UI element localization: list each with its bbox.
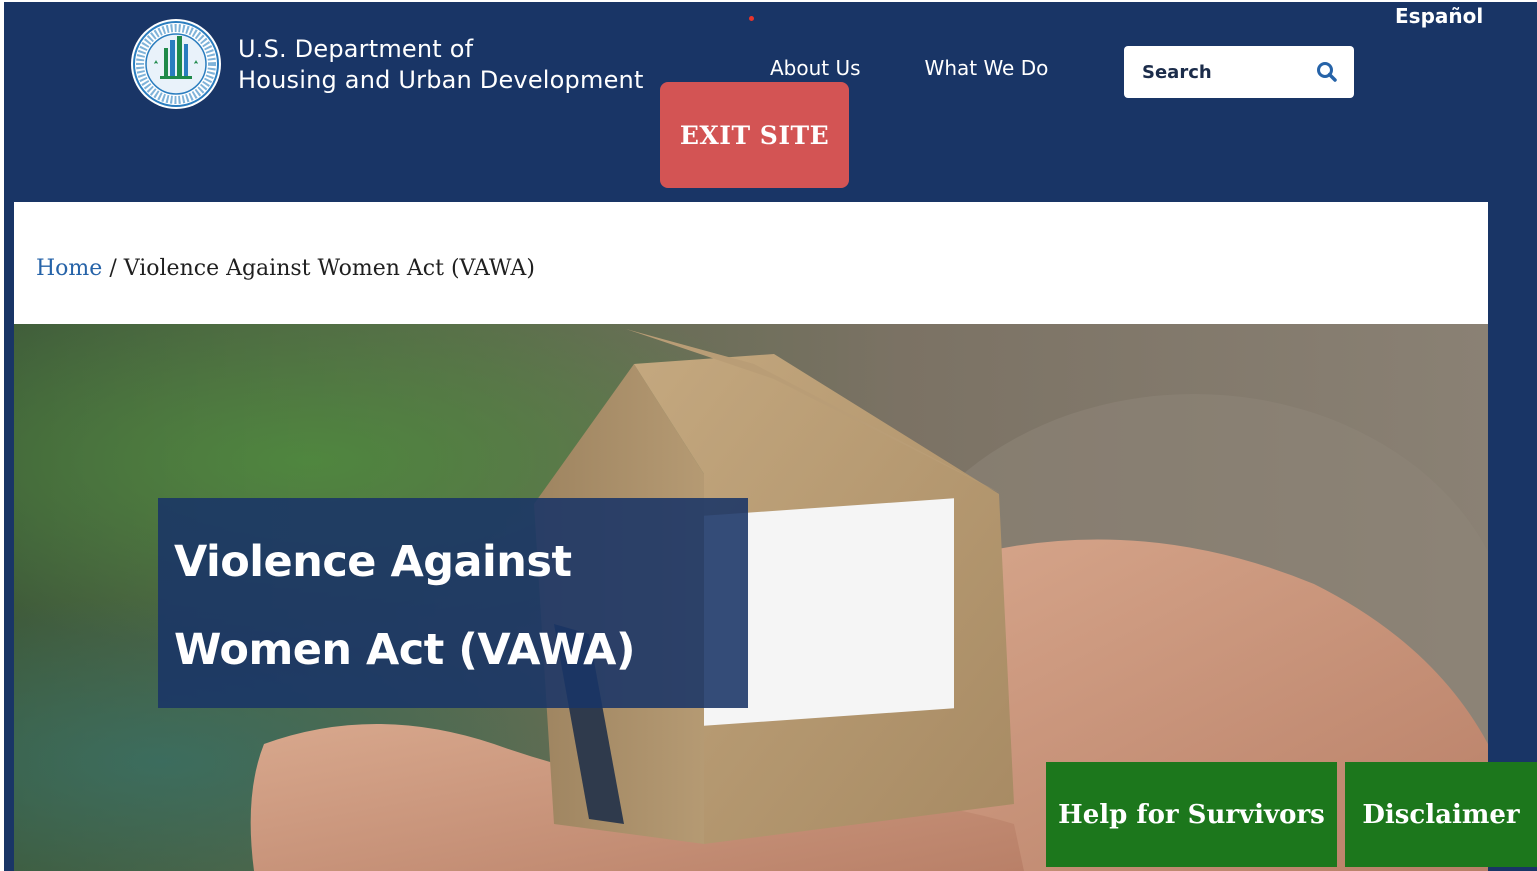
agency-name-line-1: U.S. Department of	[238, 35, 474, 63]
agency-name[interactable]: U.S. Department of Housing and Urban Dev…	[238, 34, 644, 96]
search-icon	[1317, 62, 1337, 82]
red-dot	[749, 16, 754, 21]
disclaimer-button[interactable]: Disclaimer	[1345, 762, 1537, 867]
help-for-survivors-button[interactable]: Help for Survivors	[1046, 762, 1337, 867]
search-input[interactable]	[1124, 46, 1299, 98]
exit-site-button[interactable]: EXIT SITE	[660, 82, 849, 188]
breadcrumb-bar: Home / Violence Against Women Act (VAWA)	[14, 202, 1488, 324]
nav-item-about-us[interactable]: About Us	[770, 56, 861, 80]
hero-title-box: Violence Against Women Act (VAWA)	[158, 498, 748, 708]
search-button[interactable]	[1314, 59, 1340, 85]
nav-item-what-we-do[interactable]: What We Do	[925, 56, 1049, 80]
agency-name-line-2: Housing and Urban Development	[238, 66, 644, 94]
hud-seal-logo-icon[interactable]	[130, 18, 222, 110]
page-title: Violence Against Women Act (VAWA)	[174, 537, 636, 675]
language-link-espanol[interactable]: Español	[1395, 4, 1483, 28]
search-box	[1124, 46, 1354, 98]
main-nav: About Us What We Do	[770, 56, 1048, 80]
breadcrumb: Home / Violence Against Women Act (VAWA)	[36, 256, 535, 281]
breadcrumb-home-link[interactable]: Home	[36, 256, 102, 281]
breadcrumb-separator: /	[109, 256, 117, 281]
breadcrumb-current: Violence Against Women Act (VAWA)	[123, 256, 535, 281]
page: U.S. Department of Housing and Urban Dev…	[0, 0, 1537, 871]
